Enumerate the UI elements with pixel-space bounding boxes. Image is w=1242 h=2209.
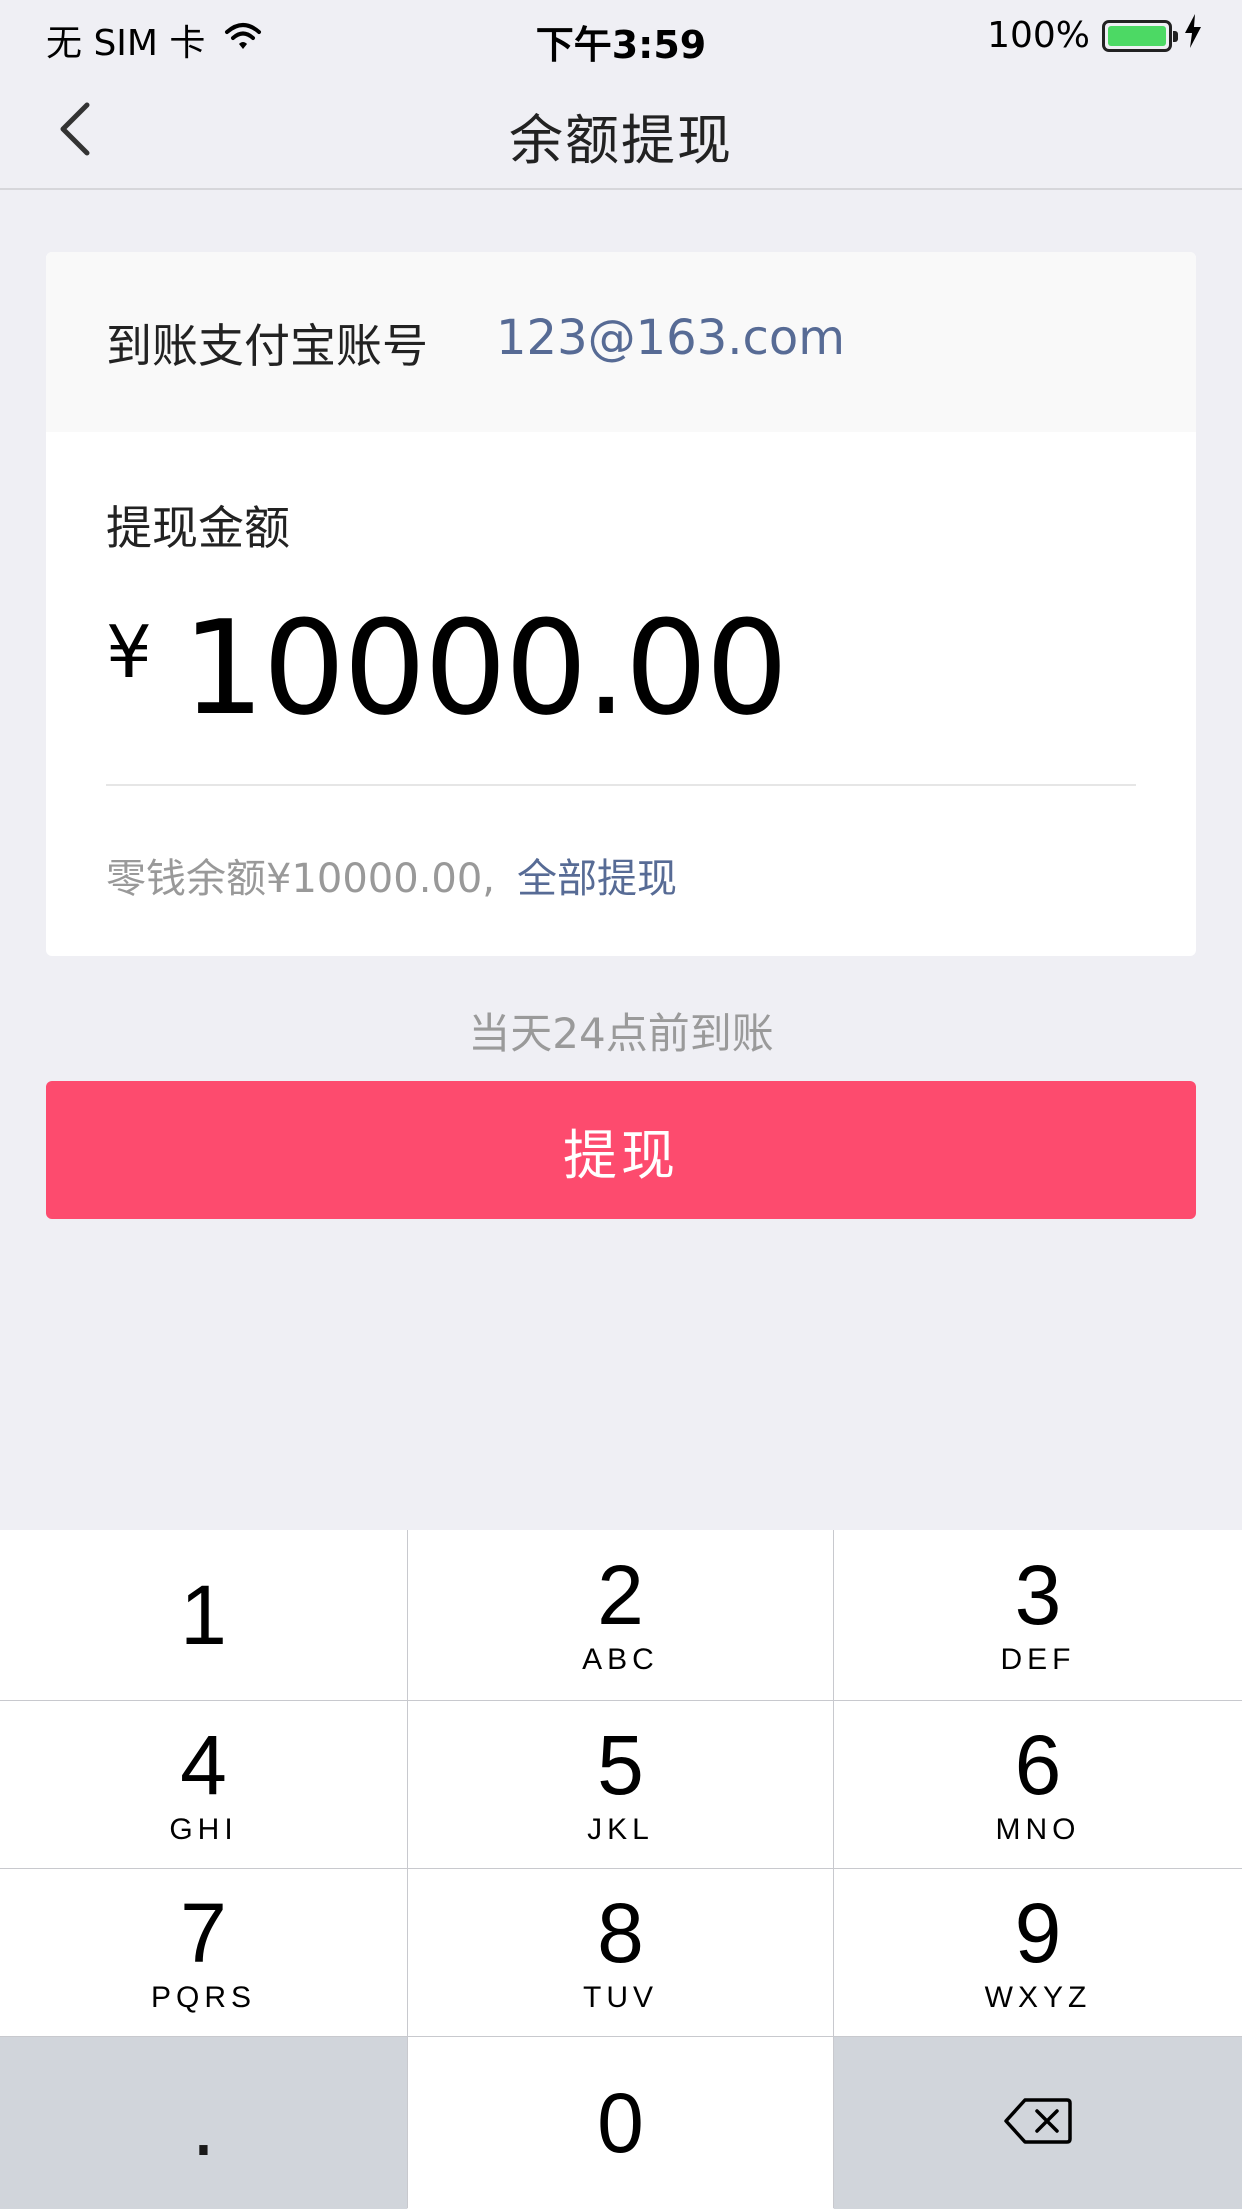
battery-percent: 100% xyxy=(987,15,1090,56)
key-digit: 0 xyxy=(597,2076,644,2170)
key-letters: ABC xyxy=(582,1643,659,1676)
amount-divider xyxy=(106,784,1136,786)
balance-text: 零钱余额¥10000.00, xyxy=(106,856,496,902)
key-digit: 2 xyxy=(597,1548,644,1642)
page-title: 余额提现 xyxy=(509,109,733,172)
key-letters: DEF xyxy=(1000,1643,1076,1676)
key-digit: 8 xyxy=(597,1885,644,1980)
amount-label: 提现金额 xyxy=(106,501,290,555)
key-7[interactable]: 7 PQRS xyxy=(0,1869,407,2036)
charging-icon xyxy=(1184,14,1202,57)
key-9[interactable]: 9 WXYZ xyxy=(834,1869,1242,2036)
key-dot[interactable]: . xyxy=(0,2037,407,2209)
key-digit: 3 xyxy=(1014,1548,1062,1642)
key-5[interactable]: 5 JKL xyxy=(408,1701,833,1868)
account-value[interactable]: 123@163.com xyxy=(496,310,845,366)
backspace-icon xyxy=(1003,2096,1073,2150)
delete-key[interactable] xyxy=(834,2037,1242,2209)
key-digit: 5 xyxy=(597,1717,644,1812)
withdraw-all-link[interactable]: 全部提现 xyxy=(517,856,677,902)
key-letters: GHI xyxy=(169,1812,238,1846)
key-2[interactable]: 2 ABC xyxy=(408,1530,833,1700)
key-6[interactable]: 6 MNO xyxy=(834,1701,1242,1868)
battery-icon xyxy=(1102,19,1178,52)
key-letters: TUV xyxy=(583,1980,658,2014)
key-0[interactable]: 0 xyxy=(408,2037,833,2209)
key-letters: MNO xyxy=(995,1812,1081,1846)
key-1[interactable]: 1 xyxy=(0,1530,407,1700)
balance-line: 零钱余额¥10000.00, 全部提现 xyxy=(106,846,677,904)
account-label: 到账支付宝账号 xyxy=(106,319,428,373)
account-row: 到账支付宝账号 123@163.com xyxy=(46,252,1196,432)
key-letters: PQRS xyxy=(150,1980,257,2014)
arrival-note: 当天24点前到账 xyxy=(468,1009,774,1058)
withdraw-card: 到账支付宝账号 123@163.com 提现金额 ¥ 零钱余额¥10000.00… xyxy=(46,252,1196,956)
key-digit: 9 xyxy=(1014,1885,1062,1980)
key-3[interactable]: 3 DEF xyxy=(834,1530,1242,1700)
key-letters: WXYZ xyxy=(984,1980,1092,2014)
key-letters: JKL xyxy=(587,1812,654,1846)
key-digit: 4 xyxy=(180,1717,227,1812)
key-dot-label: . xyxy=(190,2081,217,2174)
key-digit: 6 xyxy=(1014,1717,1062,1812)
key-digit: 7 xyxy=(180,1885,227,1980)
nav-bar: 余额提现 xyxy=(0,74,1242,190)
withdraw-button[interactable]: 提现 xyxy=(46,1081,1196,1219)
key-4[interactable]: 4 GHI xyxy=(0,1701,407,1868)
status-right: 100% xyxy=(987,14,1202,57)
key-digit: 1 xyxy=(180,1568,227,1662)
status-bar: 无 SIM 卡 下午3:59 100% xyxy=(0,0,1242,74)
battery-fill xyxy=(1108,25,1166,46)
currency-symbol: ¥ xyxy=(106,610,152,694)
key-8[interactable]: 8 TUV xyxy=(408,1869,833,2036)
amount-input[interactable] xyxy=(182,592,1082,744)
numeric-keypad: 1 2 ABC 3 DEF 4 GHI 5 JKL 6 MNO 7 PQRS 8… xyxy=(0,1530,1242,2209)
